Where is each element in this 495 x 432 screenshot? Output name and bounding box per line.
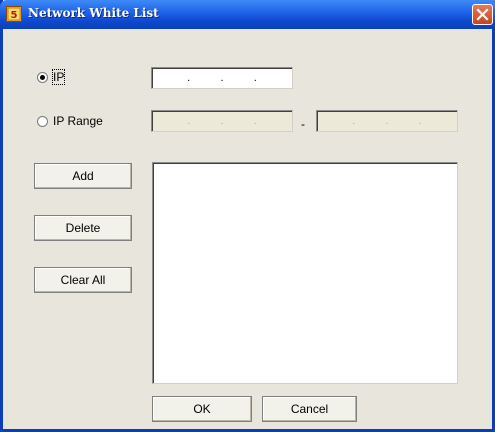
close-button[interactable] — [472, 4, 493, 25]
ip-dot: . — [253, 71, 257, 84]
ip-dot: . — [385, 114, 389, 127]
ip-dot: . — [418, 114, 422, 127]
cancel-button[interactable]: Cancel — [262, 396, 357, 422]
ip-dot: . — [187, 114, 191, 127]
window-title: Network White List — [28, 6, 159, 20]
ip-radio[interactable]: IP — [37, 69, 66, 85]
ip-dot: . — [352, 114, 356, 127]
ip-dot: . — [187, 71, 191, 84]
ip-range-radio[interactable]: IP Range — [37, 114, 103, 128]
clear-all-button[interactable]: Clear All — [34, 267, 132, 293]
white-list-box[interactable] — [152, 162, 458, 384]
ip-range-radio-button[interactable] — [37, 115, 48, 127]
ip-radio-button[interactable] — [37, 71, 48, 83]
close-icon — [476, 8, 489, 21]
range-separator: - — [301, 117, 305, 131]
ip-range-start-field[interactable]: . . . — [151, 110, 293, 132]
ip-dot: . — [220, 114, 224, 127]
delete-button[interactable]: Delete — [34, 215, 132, 241]
add-button[interactable]: Add — [34, 163, 132, 189]
title-bar[interactable]: 5 Network White List — [0, 0, 495, 29]
ip-range-radio-label[interactable]: IP Range — [53, 114, 103, 128]
network-white-list-dialog: 5 Network White List IP . . . IP Range .… — [0, 0, 495, 432]
app-icon: 5 — [6, 6, 22, 22]
ok-button[interactable]: OK — [152, 396, 252, 422]
ip-radio-label[interactable]: IP — [51, 69, 66, 85]
svg-text:5: 5 — [11, 10, 18, 21]
ip-dot: . — [220, 71, 224, 84]
ip-address-field[interactable]: . . . — [151, 67, 293, 89]
ip-dot: . — [253, 114, 257, 127]
ip-range-end-field[interactable]: . . . — [316, 110, 458, 132]
